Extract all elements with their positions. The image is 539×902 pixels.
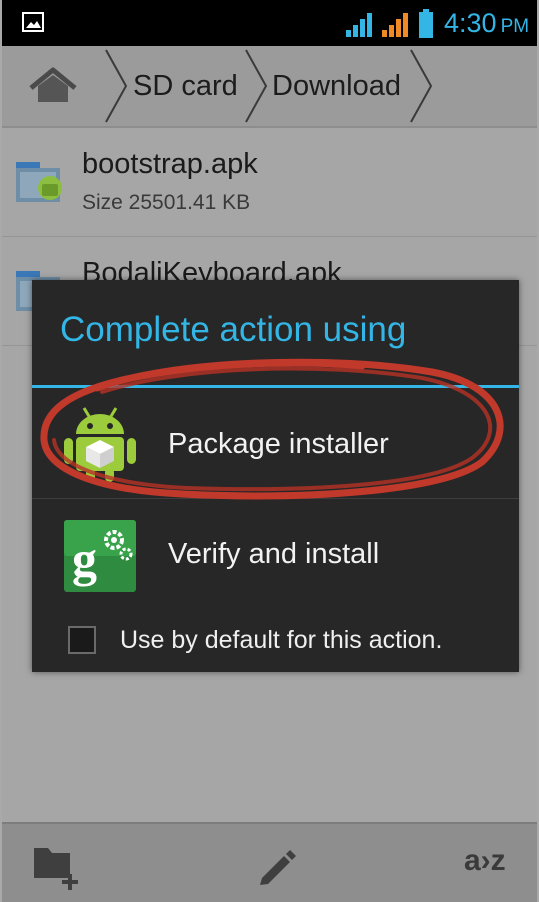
- breadcrumb-item-download[interactable]: Download: [272, 46, 401, 126]
- sort-button[interactable]: a›z: [464, 844, 506, 878]
- bottom-toolbar: a›z: [2, 822, 537, 902]
- clock: 4:30 PM: [444, 8, 530, 38]
- file-name: bootstrap.apk: [82, 148, 258, 180]
- breadcrumb: SD card Download: [2, 46, 537, 128]
- option-label: Verify and install: [168, 538, 380, 570]
- breadcrumb-separator: [245, 49, 268, 123]
- signal-strength-icon: [346, 13, 372, 37]
- breadcrumb-item-sd-card[interactable]: SD card: [133, 46, 238, 126]
- apk-file-icon: [16, 162, 62, 202]
- option-label: Package installer: [168, 428, 389, 460]
- chooser-dialog: Complete action using Package installer: [32, 280, 519, 672]
- signal-strength-icon-2: [382, 13, 408, 37]
- screen: 4:30 PM SD card Download bootstrap.apk Si…: [2, 0, 537, 902]
- svg-text:g: g: [72, 531, 97, 587]
- title-divider: [32, 385, 519, 388]
- file-size: Size 25501.41 KB: [82, 191, 251, 214]
- option-divider: [32, 498, 519, 499]
- battery-icon: [419, 9, 433, 38]
- android-package-icon: [64, 407, 136, 482]
- google-settings-icon: g: [64, 520, 136, 592]
- use-by-default-row[interactable]: Use by default for this action.: [32, 612, 519, 668]
- use-by-default-checkbox[interactable]: [68, 626, 96, 654]
- dialog-title: Complete action using: [60, 310, 407, 349]
- file-list-item[interactable]: bootstrap.apk Size 25501.41 KB: [2, 128, 537, 237]
- use-by-default-label: Use by default for this action.: [120, 626, 443, 654]
- new-folder-icon[interactable]: [32, 844, 84, 890]
- picture-notification-icon: [22, 12, 44, 32]
- option-verify-and-install[interactable]: g Verify and install: [32, 500, 519, 608]
- breadcrumb-separator: [105, 49, 128, 123]
- status-bar: 4:30 PM: [2, 0, 537, 46]
- pencil-icon[interactable]: [256, 846, 296, 886]
- home-icon[interactable]: [26, 66, 80, 106]
- option-package-installer[interactable]: Package installer: [32, 390, 519, 498]
- breadcrumb-separator: [410, 49, 433, 123]
